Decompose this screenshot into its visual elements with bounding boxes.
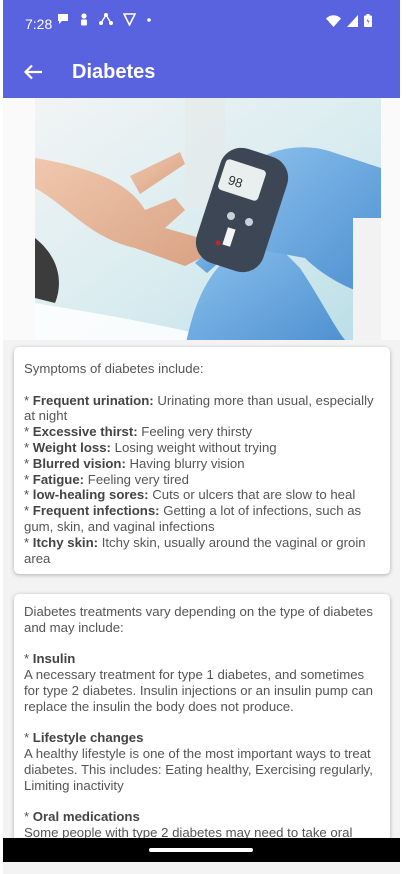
page-title: Diabetes xyxy=(72,61,156,83)
vpn-shield-icon xyxy=(122,13,137,29)
diabetes-glucose-test-image: 98 xyxy=(35,98,381,340)
treatments-card: Diabetes treatments vary depending on th… xyxy=(14,594,390,844)
hero-image-container: 98 xyxy=(3,98,400,340)
symptom-item: * Frequent urination: Urinating more tha… xyxy=(24,392,374,424)
symptom-item: * Weight loss: Losing weight without try… xyxy=(24,439,277,455)
signal-icon xyxy=(347,14,358,30)
dot-icon xyxy=(146,13,152,29)
treatment-description: A necessary treatment for type 1 diabete… xyxy=(24,667,373,714)
person-icon xyxy=(79,13,89,29)
notification-icons xyxy=(57,13,152,29)
treatments-intro: Diabetes treatments vary depending on th… xyxy=(24,604,373,635)
arrow-back-icon xyxy=(23,64,42,80)
symptom-item: * Excessive thirst: Feeling very thirsty xyxy=(24,424,252,440)
symptoms-card: Symptoms of diabetes include: * Frequent… xyxy=(14,347,390,574)
screen: 7:28 Diabetes 98 Symptoms of diabetes in… xyxy=(3,0,400,874)
treatment-description: A healthy lifestyle is one of the most i… xyxy=(24,746,373,793)
wifi-icon xyxy=(326,14,341,30)
network-icon xyxy=(99,13,113,29)
chat-icon xyxy=(57,13,69,29)
symptom-item: * low-healing sores: Cuts or ulcers that… xyxy=(24,487,356,503)
system-icons xyxy=(326,14,372,30)
status-bar: 7:28 xyxy=(3,0,400,46)
app-bar: Diabetes xyxy=(3,46,400,98)
treatment-title: * Oral medications xyxy=(24,809,140,825)
symptom-item: * Frequent infections: Getting a lot of … xyxy=(24,503,362,534)
symptom-item: * Blurred vision: Having blurry vision xyxy=(24,455,245,471)
navigation-bar xyxy=(3,838,400,862)
back-button[interactable] xyxy=(17,56,49,88)
treatment-title: * Lifestyle changes xyxy=(24,730,144,746)
status-time: 7:28 xyxy=(25,16,53,32)
treatment-title: * Insulin xyxy=(24,651,76,667)
symptom-item: * Fatigue: Feeling very tired xyxy=(24,471,189,487)
symptoms-heading: Symptoms of diabetes include: xyxy=(24,361,204,376)
battery-icon xyxy=(364,14,372,30)
symptom-item: * Itchy skin: Itchy skin, usually around… xyxy=(24,534,366,566)
home-gesture-handle[interactable] xyxy=(149,848,253,852)
